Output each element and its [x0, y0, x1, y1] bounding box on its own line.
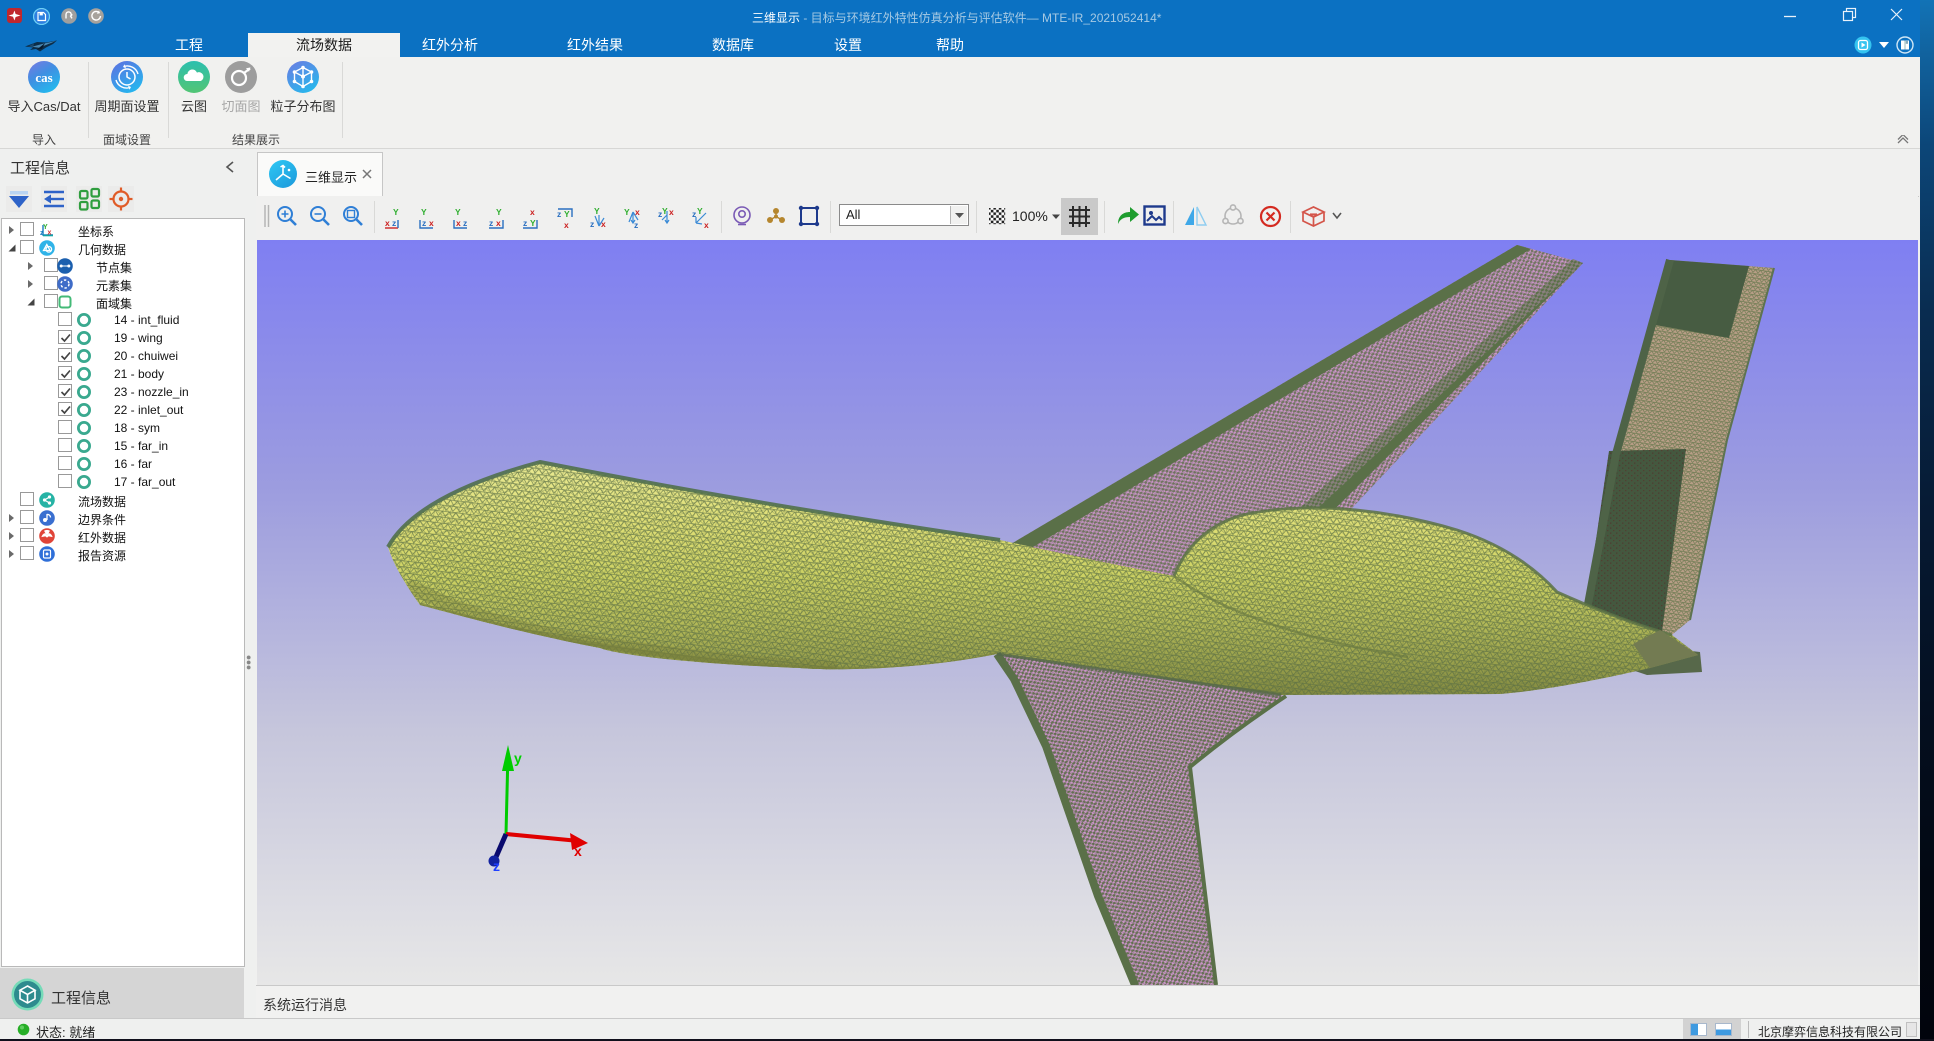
svg-text:Y: Y — [662, 207, 668, 216]
svg-text:z: z — [422, 218, 426, 228]
svg-text:x: x — [530, 207, 535, 217]
svg-text:Y: Y — [530, 218, 536, 228]
svg-text:Y: Y — [564, 209, 570, 219]
svg-text:Y: Y — [421, 207, 427, 217]
svg-text:z: z — [557, 209, 561, 219]
svg-text:z: z — [40, 230, 44, 237]
svg-text:x: x — [496, 218, 501, 228]
svg-text:z: z — [392, 218, 396, 228]
svg-text:cas: cas — [35, 70, 52, 85]
svg-text:Y: Y — [496, 207, 502, 217]
svg-text:x: x — [669, 207, 674, 217]
svg-text:Y: Y — [393, 207, 399, 217]
svg-text:Y: Y — [594, 207, 600, 216]
svg-text:x: x — [574, 843, 582, 859]
svg-text:y: y — [514, 750, 522, 766]
svg-text:x: x — [48, 230, 52, 237]
svg-text:x: x — [385, 218, 390, 228]
svg-text:z: z — [489, 218, 493, 228]
svg-text:Y: Y — [624, 207, 630, 217]
svg-text:x: x — [564, 220, 569, 229]
svg-text:Y: Y — [455, 207, 461, 217]
svg-text:z: z — [590, 219, 594, 229]
svg-text:z: z — [463, 218, 467, 228]
svg-text:x: x — [456, 218, 461, 228]
svg-text:z: z — [493, 858, 500, 874]
svg-text:z: z — [523, 218, 527, 228]
svg-text:x: x — [429, 218, 434, 228]
svg-text:z: z — [634, 220, 638, 229]
svg-text:Y: Y — [697, 207, 703, 216]
svg-text:x: x — [704, 220, 709, 229]
